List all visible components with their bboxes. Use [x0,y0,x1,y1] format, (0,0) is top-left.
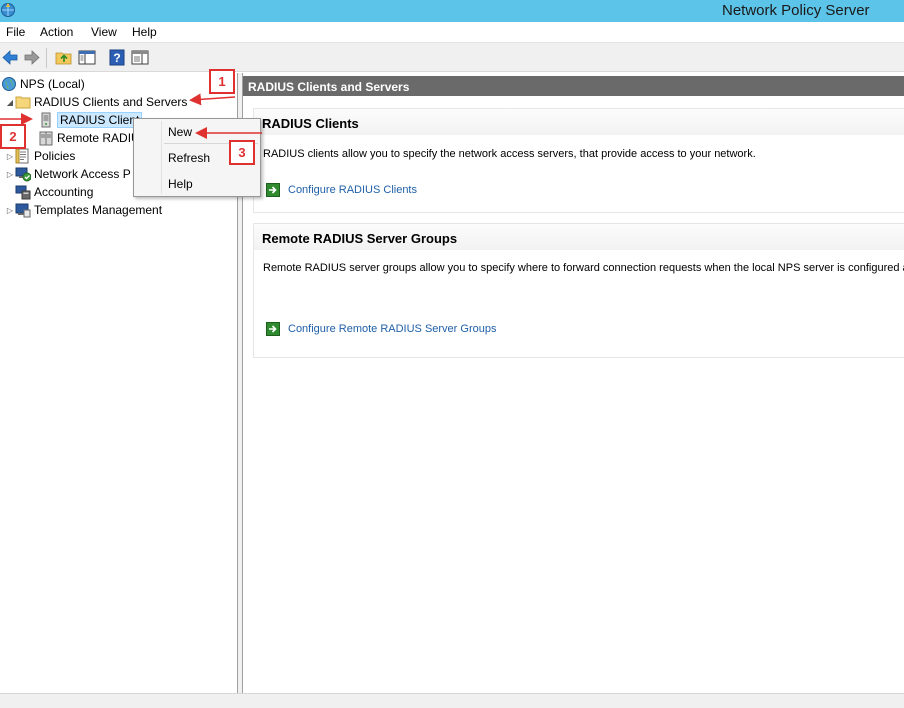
go-arrow-icon [266,183,280,197]
forward-icon[interactable] [23,49,41,66]
callout-2: 2 [0,124,26,149]
tree-label-accounting: Accounting [34,185,94,199]
tree-label-nps-local: NPS (Local) [20,77,85,91]
toolbar: ? [0,42,904,72]
status-bar [0,693,904,708]
menu-help[interactable]: Help [132,25,157,39]
context-menu-refresh[interactable]: Refresh [168,151,210,165]
toolbar-separator [46,48,47,68]
title-bar: Network Policy Server [0,0,904,22]
server-icon [41,112,51,128]
tree-node-templates-management[interactable]: ▷ Templates Management [5,201,162,219]
context-menu-new[interactable]: New [168,125,192,139]
properties-icon[interactable] [131,49,149,66]
window-title: Network Policy Server [722,2,870,19]
folder-icon [15,96,31,109]
collapsed-arrow-icon[interactable]: ▷ [5,206,15,215]
configure-remote-radius-groups-link[interactable]: Configure Remote RADIUS Server Groups [266,322,496,336]
menu-action[interactable]: Action [40,25,73,39]
menu-bar: File Action View Help [0,22,904,42]
tree-node-remote-radius-server-groups[interactable]: Remote RADIU [38,129,140,147]
remote-radius-groups-section: Remote RADIUS Server Groups Remote RADIU… [253,223,904,358]
radius-clients-description: RADIUS clients allow you to specify the … [263,148,756,160]
remote-radius-groups-title: Remote RADIUS Server Groups [262,231,458,246]
configure-remote-radius-groups-label[interactable]: Configure Remote RADIUS Server Groups [288,323,496,335]
details-pane: RADIUS Clients and Servers RADIUS Client… [243,73,904,693]
callout-1: 1 [209,69,235,94]
tree-label-radius-clients: RADIUS Client [57,112,143,128]
up-folder-icon[interactable] [55,49,73,66]
configure-radius-clients-label[interactable]: Configure RADIUS Clients [288,184,417,196]
help-icon[interactable]: ? [108,49,126,66]
collapsed-arrow-icon[interactable]: ▷ [5,170,15,179]
network-access-icon [15,167,31,182]
svg-text:?: ? [113,51,120,65]
tree-node-network-access-protection[interactable]: ▷ Network Access P [5,165,131,183]
configure-radius-clients-link[interactable]: Configure RADIUS Clients [266,183,417,197]
accounting-icon [15,185,31,200]
radius-clients-section: RADIUS Clients RADIUS clients allow you … [253,108,904,213]
tree-node-radius-clients[interactable]: RADIUS Client [38,111,143,129]
go-arrow-icon [266,322,280,336]
templates-icon [15,203,31,218]
remote-radius-groups-description: Remote RADIUS server groups allow you to… [263,262,904,274]
expanded-arrow-icon[interactable]: ◢ [5,98,15,107]
tree-label-radius-clients-and-servers: RADIUS Clients and Servers [34,95,188,109]
tree-label-network-access-protection: Network Access P [34,167,131,181]
nps-app-icon[interactable] [0,2,16,18]
show-hide-tree-icon[interactable] [78,49,96,66]
details-header: RADIUS Clients and Servers [243,76,904,96]
server-group-icon [39,131,53,146]
context-menu-gutter [161,121,162,194]
tree-label-policies: Policies [34,149,76,163]
collapsed-arrow-icon[interactable]: ▷ [5,152,15,161]
tree-node-nps-local[interactable]: NPS (Local) [1,75,85,93]
callout-3: 3 [229,140,255,165]
menu-file[interactable]: File [6,25,25,39]
context-menu-help[interactable]: Help [168,177,193,191]
tree-node-policies[interactable]: ▷ Policies [5,147,75,165]
tree-node-accounting[interactable]: Accounting [15,183,93,201]
policies-icon [15,148,29,164]
menu-view[interactable]: View [91,25,117,39]
radius-clients-title: RADIUS Clients [262,116,359,131]
tree-label-templates-management: Templates Management [34,203,163,217]
back-icon[interactable] [1,49,19,66]
nps-globe-icon [2,77,16,91]
tree-node-radius-clients-and-servers[interactable]: ◢ RADIUS Clients and Servers [5,93,187,111]
tree-label-remote-radius-server-groups: Remote RADIU [57,131,140,145]
